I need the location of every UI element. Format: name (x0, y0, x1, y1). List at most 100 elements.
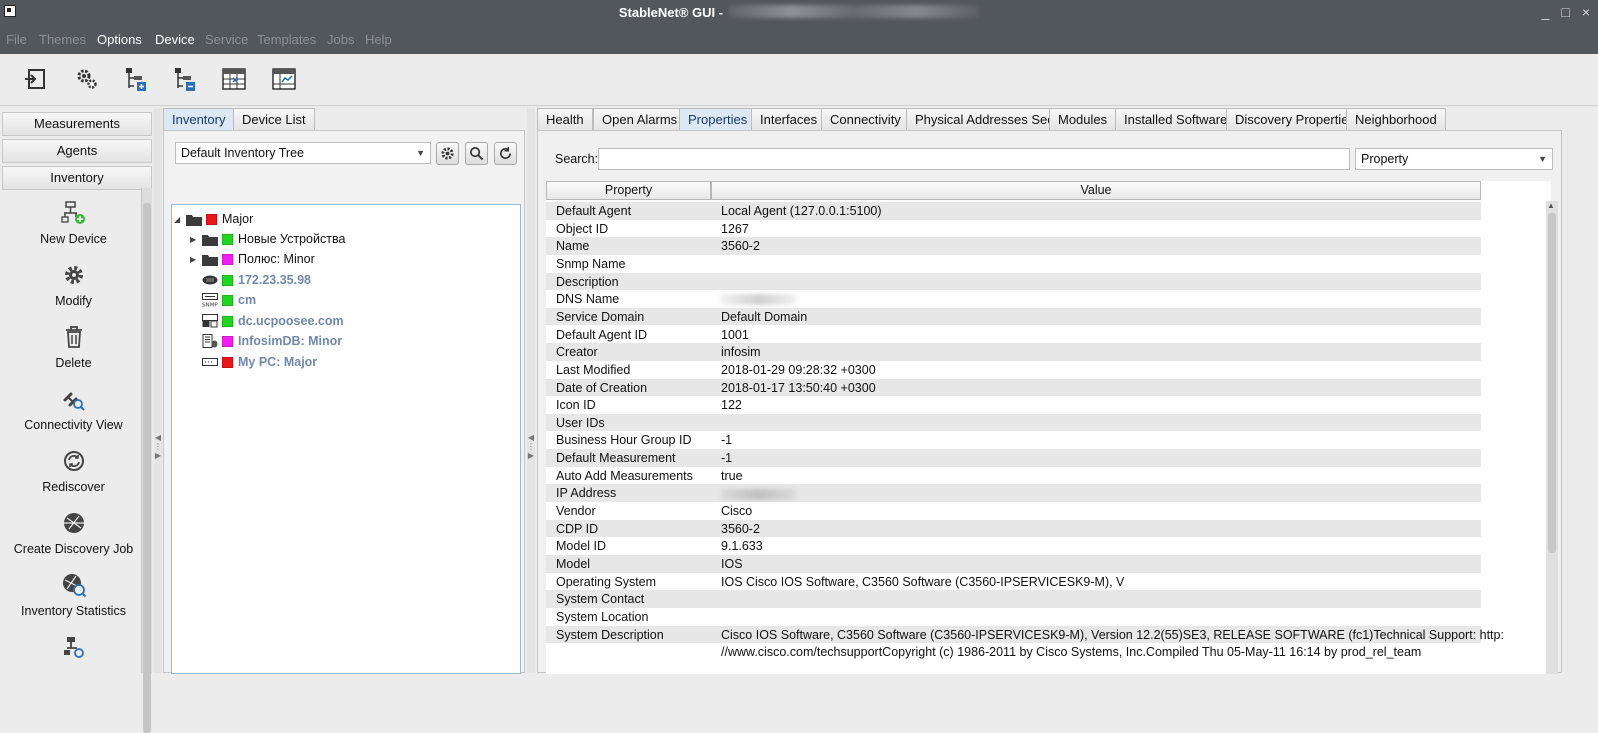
expand-arrow-icon[interactable]: ▶ (190, 255, 202, 264)
tab-modules[interactable]: Modules (1049, 108, 1117, 130)
table-row[interactable]: Business Hour Group ID -1 (546, 431, 1481, 449)
tree-refresh-button[interactable] (494, 142, 517, 165)
tree-node-new-devices[interactable]: ▶ Новые Устройства (190, 230, 345, 248)
table-row[interactable]: Vendor Cisco (546, 502, 1481, 520)
tab-device-list[interactable]: Device List (233, 108, 315, 130)
tab-interfaces[interactable]: Interfaces (751, 108, 827, 130)
table-row[interactable]: Default Agent ID 1001 (546, 326, 1481, 344)
table-row[interactable]: Date of Creation 2018-01-17 13:50:40 +030… (546, 378, 1481, 397)
center-splitter[interactable]: ◀ ⋮ ▶ (527, 108, 535, 673)
menu-jobs[interactable]: Jobs (327, 32, 354, 47)
property-value: -1 (721, 433, 733, 448)
properties-scroll-thumb[interactable] (1548, 213, 1556, 553)
tree-node-infosimdb[interactable]: InfosimDB: Minor (202, 332, 342, 350)
collapse-arrow-icon[interactable]: ◢ (174, 215, 186, 224)
table-row[interactable]: Last Modified 2018-01-29 09:28:32 +0300 (546, 361, 1481, 379)
table-view-button[interactable] (219, 64, 249, 94)
tab-open-alarms[interactable]: Open Alarms (593, 108, 687, 130)
inventory-tree-selector[interactable]: Default Inventory Tree ▼ (175, 142, 431, 164)
tree-search-icon (63, 637, 84, 658)
new-device-action[interactable]: New Device (0, 200, 147, 246)
table-row[interactable]: System Description Cisco IOS Software, C3… (546, 625, 1504, 644)
left-splitter[interactable]: ◀ ⋮ ▶ (154, 108, 162, 673)
tree-node-major[interactable]: ◢ Major (174, 210, 253, 228)
tree-node-device-ip[interactable]: 172.23.35.98 (202, 271, 311, 289)
column-header-property[interactable]: Property (546, 181, 711, 200)
table-row[interactable]: Default Agent Local Agent (127.0.0.1:5100… (546, 202, 1481, 220)
tab-discovery-properties[interactable]: Discovery Properties (1226, 108, 1364, 130)
rediscover-action[interactable]: Rediscover (0, 448, 147, 494)
table-row[interactable]: Auto Add Measurements true (546, 467, 1481, 485)
close-button[interactable]: × (1582, 4, 1590, 20)
nav-agents[interactable]: Agents (2, 139, 152, 163)
minimize-button[interactable]: _ (1542, 4, 1550, 20)
menu-file[interactable]: File (6, 32, 27, 47)
nav-inventory[interactable]: Inventory (2, 166, 152, 190)
table-row[interactable]: Name 3560-2 (546, 237, 1481, 255)
menu-service[interactable]: Service (205, 32, 248, 47)
create-discovery-job-action[interactable]: Create Discovery Job (0, 510, 147, 556)
menu-options[interactable]: Options (97, 32, 142, 47)
tab-physical-addresses-seen[interactable]: Physical Addresses Seen (906, 108, 1071, 130)
menu-device[interactable]: Device (155, 32, 195, 47)
tab-health[interactable]: Health (537, 108, 593, 130)
table-row[interactable]: Creator infosim (546, 343, 1481, 361)
property-value: Cisco IOS Software, C3560 Software (C356… (721, 627, 1504, 642)
left-nav-scroll-thumb[interactable] (143, 203, 151, 733)
table-row[interactable]: IP Address (546, 484, 1481, 502)
menu-themes[interactable]: Themes (39, 32, 86, 47)
more-action[interactable] (0, 634, 147, 666)
tree-node-cm[interactable]: SNMP cm (202, 291, 256, 309)
exit-button[interactable] (20, 64, 50, 94)
inventory-statistics-action[interactable]: Inventory Statistics (0, 572, 147, 618)
table-row[interactable]: Operating System IOS Cisco IOS Software, … (546, 573, 1481, 591)
gear-icon (64, 266, 83, 284)
search-input[interactable] (598, 148, 1350, 170)
modify-action[interactable]: Modify (0, 262, 147, 308)
property-value: 1267 (721, 221, 749, 236)
menu-help[interactable]: Help (365, 32, 392, 47)
table-row[interactable]: //www.cisco.com/techsupportCopyright (c)… (546, 643, 1481, 661)
tab-neighborhood[interactable]: Neighborhood (1346, 108, 1446, 130)
search-field-selector[interactable]: Property ▼ (1355, 148, 1553, 170)
tree-search-button[interactable] (465, 142, 488, 165)
column-header-value[interactable]: Value (711, 181, 1481, 200)
scroll-up-arrow-icon[interactable]: ▲ (1547, 201, 1555, 210)
settings-button[interactable] (72, 64, 102, 94)
table-row[interactable]: System Contact (546, 590, 1481, 608)
property-value: Default Domain (721, 309, 808, 324)
maximize-button[interactable]: □ (1561, 4, 1569, 20)
property-name: Vendor (556, 504, 596, 519)
remove-tree-node-button[interactable] (170, 64, 200, 94)
tab-inventory[interactable]: Inventory (163, 108, 235, 130)
table-row[interactable]: User IDs (546, 413, 1481, 432)
table-row[interactable]: CDP ID 3560-2 (546, 519, 1481, 538)
tree-node-my-pc[interactable]: My PC: Major (202, 353, 317, 371)
table-row[interactable]: Service Domain Default Domain (546, 307, 1481, 326)
table-row[interactable]: Description (546, 272, 1481, 291)
table-row[interactable]: DNS Name (546, 290, 1481, 308)
table-row[interactable]: Model ID 9.1.633 (546, 537, 1481, 555)
left-nav-scrollbar[interactable] (141, 188, 152, 733)
table-row[interactable]: Object ID 1267 (546, 220, 1481, 238)
tree-node-dc[interactable]: dc.ucpoosee.com (202, 312, 344, 330)
tab-properties[interactable]: Properties (679, 108, 757, 130)
add-tree-node-button[interactable] (121, 64, 151, 94)
search-field-value: Property (1361, 152, 1409, 166)
tab-installed-software[interactable]: Installed Software (1115, 108, 1237, 130)
nav-measurements[interactable]: Measurements (2, 112, 152, 136)
table-row[interactable]: Icon ID 122 (546, 396, 1481, 414)
delete-action[interactable]: Delete (0, 324, 147, 370)
table-row[interactable]: Model IOS (546, 555, 1481, 573)
table-row[interactable]: Default Measurement -1 (546, 449, 1481, 467)
chart-view-button[interactable] (269, 64, 299, 94)
connectivity-view-action[interactable]: Connectivity View (0, 386, 147, 432)
menu-templates[interactable]: Templates (257, 32, 316, 47)
tab-connectivity[interactable]: Connectivity (821, 108, 910, 130)
expand-arrow-icon[interactable]: ▶ (190, 235, 202, 244)
properties-scrollbar[interactable]: ▲ (1546, 201, 1558, 674)
table-row[interactable]: Snmp Name (546, 255, 1481, 273)
tree-settings-button[interactable] (436, 142, 459, 165)
table-row[interactable]: System Location (546, 608, 1481, 626)
tree-node-polyus[interactable]: ▶ Полюс: Minor (190, 250, 315, 268)
